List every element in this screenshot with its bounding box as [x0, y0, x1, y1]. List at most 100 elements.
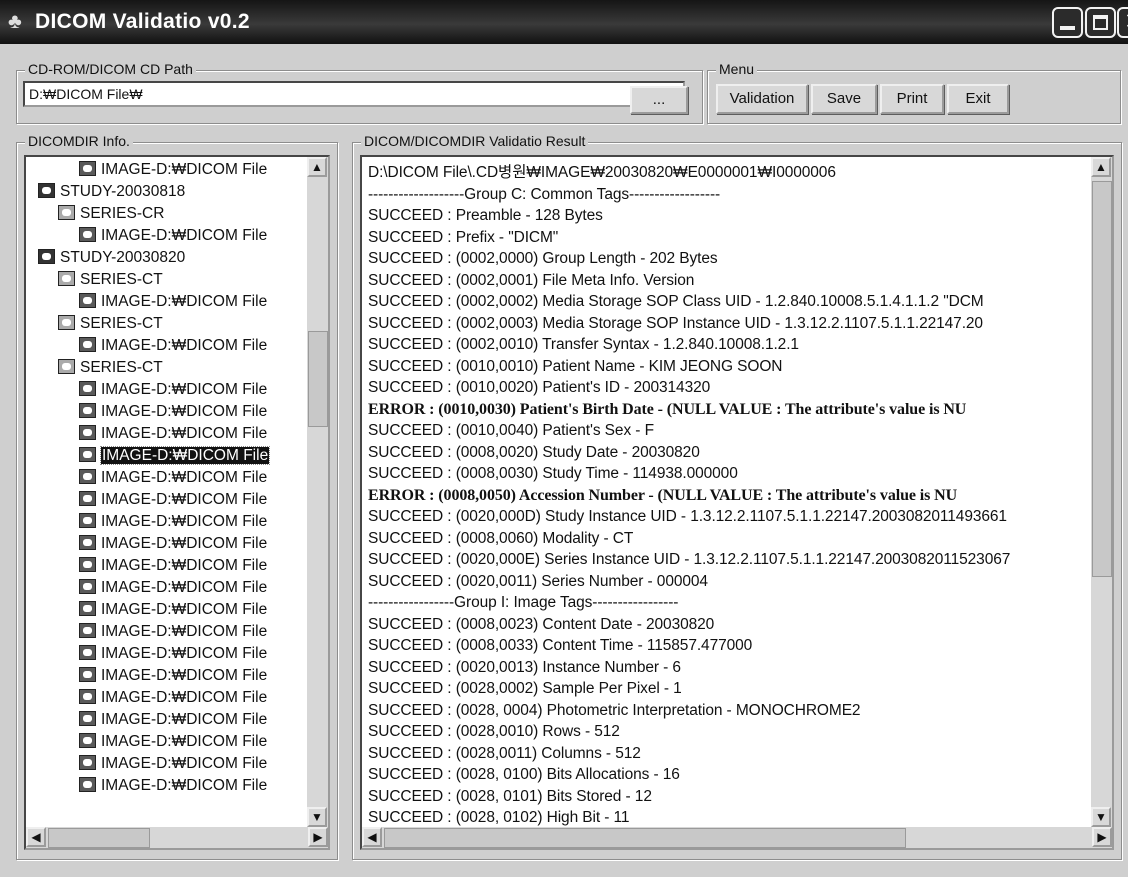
tree-item-label: IMAGE-D:₩DICOM File [101, 579, 268, 596]
image-icon [79, 601, 96, 616]
image-icon [79, 227, 96, 242]
result-hscroll-thumb[interactable] [384, 828, 906, 848]
result-line-ok: SUCCEED : (0010,0040) Patient's Sex - F [368, 422, 654, 439]
close-button[interactable] [1117, 7, 1128, 38]
tree-item-image[interactable]: IMAGE-D:₩DICOM File [79, 401, 267, 423]
series-icon [58, 205, 75, 220]
print-button[interactable]: Print [880, 84, 944, 114]
study-icon [38, 183, 55, 198]
tree-item-image[interactable]: IMAGE-D:₩DICOM File [79, 555, 267, 577]
result-scroll-left-button[interactable]: ◀ [362, 827, 382, 847]
tree-item-series[interactable]: SERIES-CT [58, 313, 163, 335]
tree-item-image[interactable]: IMAGE-D:₩DICOM File [79, 533, 267, 555]
series-icon [58, 315, 75, 330]
result-line-error: ERROR : (0008,0050) Accession Number - (… [368, 486, 958, 504]
arrow-up-icon: ▲ [311, 160, 323, 174]
tree-item-image[interactable]: IMAGE-D:₩DICOM File [79, 159, 267, 181]
maximize-button[interactable] [1085, 7, 1116, 38]
tree-item-image[interactable]: IMAGE-D:₩DICOM File [79, 753, 267, 775]
cd-path-input[interactable] [23, 81, 685, 107]
tree-item-series[interactable]: SERIES-CT [58, 357, 163, 379]
result-line-ok: SUCCEED : (0028, 0102) High Bit - 11 [368, 809, 630, 826]
tree-item-image[interactable]: IMAGE-D:₩DICOM File [79, 621, 267, 643]
result-vertical-scrollbar[interactable]: ▲ ▼ [1091, 157, 1112, 827]
validation-button[interactable]: Validation [716, 84, 808, 114]
tree-item-study[interactable]: STUDY-20030820 [38, 247, 185, 269]
tree-item-label: IMAGE-D:₩DICOM File [101, 513, 268, 530]
tree-item-image[interactable]: IMAGE-D:₩DICOM File [79, 665, 267, 687]
tree-item-image[interactable]: IMAGE-D:₩DICOM File [79, 709, 267, 731]
tree-item-label: IMAGE-D:₩DICOM File [101, 777, 268, 794]
tree-item-image[interactable]: IMAGE-D:₩DICOM File [79, 577, 267, 599]
image-icon [79, 337, 96, 352]
tree-item-label: IMAGE-D:₩DICOM File [101, 337, 268, 354]
tree-item-image[interactable]: IMAGE-D:₩DICOM File [79, 775, 267, 797]
tree-item-image[interactable]: IMAGE-D:₩DICOM File [79, 379, 267, 401]
image-icon [79, 623, 96, 638]
browse-button[interactable]: ... [630, 86, 688, 114]
result-horizontal-scrollbar[interactable]: ◀ ▶ [362, 827, 1112, 848]
tree-scroll-thumb[interactable] [308, 331, 328, 427]
title-bar[interactable]: ♣ DICOM Validatio v0.2 [0, 0, 1128, 44]
cd-path-group: CD-ROM/DICOM CD Path [16, 61, 703, 124]
result-line-ok: SUCCEED : (0008,0030) Study Time - 11493… [368, 465, 738, 482]
image-icon [79, 557, 96, 572]
tree-item-label: SERIES-CT [80, 271, 163, 288]
result-line-ok: SUCCEED : (0010,0010) Patient Name - KIM… [368, 357, 783, 375]
tree-item-label: IMAGE-D:₩DICOM File [101, 535, 268, 552]
minimize-button[interactable] [1052, 7, 1083, 38]
validation-result-text[interactable]: D:\DICOM File\.CD병원₩IMAGE₩20030820₩E0000… [360, 155, 1114, 850]
arrow-up-icon: ▲ [1095, 160, 1107, 174]
tree-item-label: IMAGE-D:₩DICOM File [101, 623, 268, 640]
tree-item-image[interactable]: IMAGE-D:₩DICOM File [79, 335, 267, 357]
result-line-ok: SUCCEED : (0002,0010) Transfer Syntax - … [368, 336, 799, 353]
dicomdir-group-label: DICOMDIR Info. [25, 133, 133, 149]
result-scroll-right-button[interactable]: ▶ [1092, 827, 1112, 847]
result-line-header: -------------------Group C: Common Tags-… [368, 185, 721, 203]
exit-button[interactable]: Exit [947, 84, 1009, 114]
tree-item-image[interactable]: IMAGE-D:₩DICOM File [79, 731, 267, 753]
tree-item-series[interactable]: SERIES-CT [58, 269, 163, 291]
tree-item-image[interactable]: IMAGE-D:₩DICOM File [79, 489, 267, 511]
tree-vertical-scrollbar[interactable]: ▲ ▼ [307, 157, 328, 827]
tree-item-image[interactable]: IMAGE-D:₩DICOM File [79, 687, 267, 709]
series-icon [58, 271, 75, 286]
image-icon [79, 777, 96, 792]
tree-hscroll-thumb[interactable] [48, 828, 150, 848]
dicomdir-tree[interactable]: IMAGE-D:₩DICOM File STUDY-20030818 SERIES-… [24, 155, 330, 850]
tree-item-series[interactable]: SERIES-CR [58, 203, 164, 225]
tree-item-image[interactable]: IMAGE-D:₩DICOM File [79, 225, 267, 247]
save-button[interactable]: Save [811, 84, 877, 114]
arrow-right-icon: ▶ [1097, 830, 1107, 844]
menu-group-label: Menu [716, 61, 758, 77]
tree-scroll-up-button[interactable]: ▲ [307, 157, 327, 177]
tree-item-image[interactable]: IMAGE-D:₩DICOM File [79, 511, 267, 533]
tree-item-study[interactable]: STUDY-20030818 [38, 181, 185, 203]
result-line-ok: SUCCEED : (0008,0033) Content Time - 115… [368, 637, 753, 654]
window-title: DICOM Validatio v0.2 [35, 10, 250, 33]
tree-scroll-down-button[interactable]: ▼ [307, 807, 327, 827]
tree-scroll-right-button[interactable]: ▶ [308, 827, 328, 847]
tree-item-image[interactable]: IMAGE-D:₩DICOM File [79, 643, 267, 665]
result-line-ok: SUCCEED : (0010,0020) Patient's ID - 200… [368, 379, 711, 396]
tree-item-image[interactable]: IMAGE-D:₩DICOM File [79, 423, 267, 445]
tree-item-label: SERIES-CT [80, 315, 163, 332]
tree-horizontal-scrollbar[interactable]: ◀ ▶ [26, 827, 328, 848]
tree-item-label: IMAGE-D:₩DICOM File [101, 403, 268, 420]
tree-scroll-left-button[interactable]: ◀ [26, 827, 46, 847]
tree-item-label: IMAGE-D:₩DICOM File [101, 293, 268, 310]
arrow-down-icon: ▼ [1095, 810, 1107, 824]
tree-item-image[interactable]: IMAGE-D:₩DICOM File [79, 599, 267, 621]
result-scroll-thumb[interactable] [1092, 181, 1112, 577]
image-icon [79, 491, 96, 506]
tree-item-label: IMAGE-D:₩DICOM File [101, 733, 268, 750]
series-icon [58, 359, 75, 374]
result-line-ok: SUCCEED : (0028, 0004) Photometric Inter… [368, 701, 861, 719]
result-scroll-up-button[interactable]: ▲ [1091, 157, 1111, 177]
result-scroll-down-button[interactable]: ▼ [1091, 807, 1111, 827]
image-icon [79, 667, 96, 682]
tree-item-image[interactable]: IMAGE-D:₩DICOM File [79, 445, 271, 467]
image-icon [79, 733, 96, 748]
tree-item-image[interactable]: IMAGE-D:₩DICOM File [79, 291, 267, 313]
tree-item-image[interactable]: IMAGE-D:₩DICOM File [79, 467, 267, 489]
